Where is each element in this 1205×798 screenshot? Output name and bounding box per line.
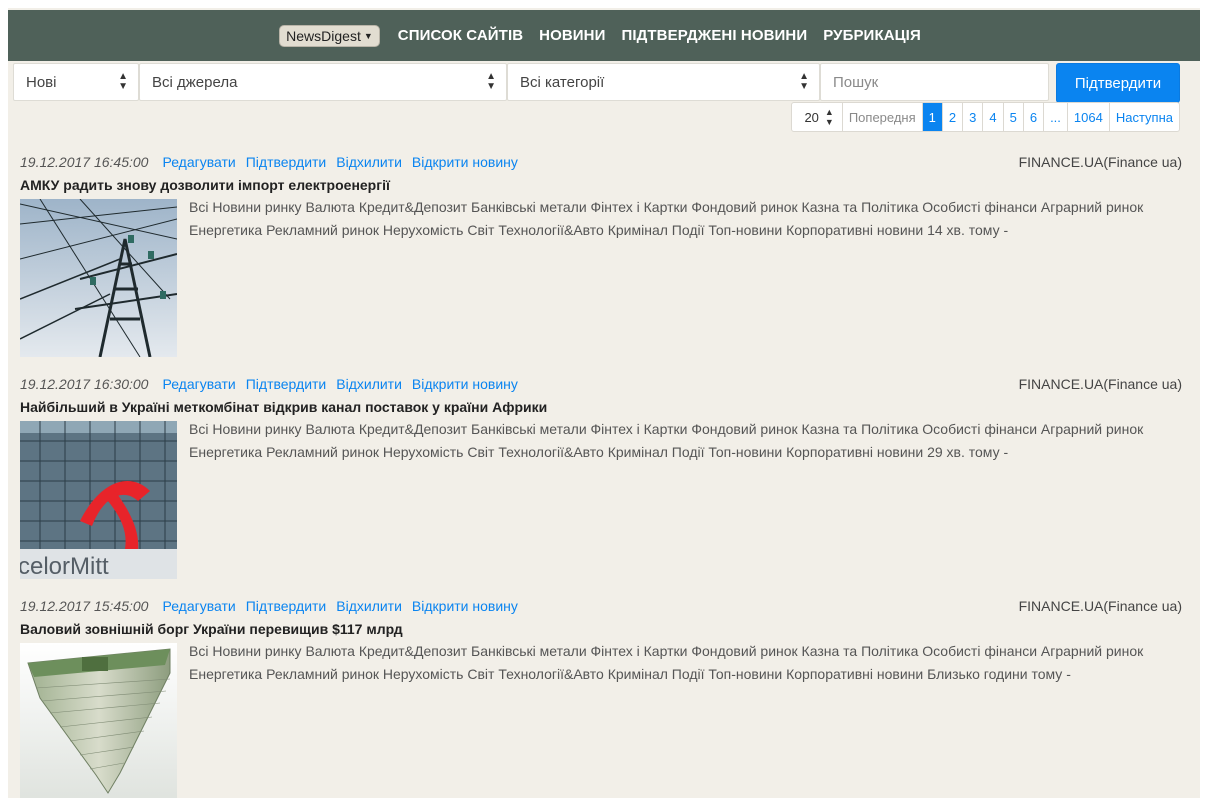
confirm-filter-button[interactable]: Підтвердити: [1056, 63, 1180, 103]
news-title: АМКУ радить знову дозволити імпорт елект…: [20, 177, 390, 193]
news-summary: Всі Новини ринку Валюта Кредит&Депозит Б…: [189, 643, 1144, 682]
pagination-page-2[interactable]: 2: [941, 103, 962, 131]
news-meta: 19.12.2017 15:45:00 Редагувати Підтверди…: [20, 597, 1182, 615]
news-body: Всі Новини ринку Валюта Кредит&Депозит Б…: [20, 643, 1182, 798]
pagination-ellipsis[interactable]: ...: [1043, 103, 1067, 131]
confirm-link[interactable]: Підтвердити: [246, 154, 327, 170]
edit-link[interactable]: Редагувати: [162, 154, 235, 170]
reject-link[interactable]: Відхилити: [336, 154, 402, 170]
news-summary: Всі Новини ринку Валюта Кредит&Депозит Б…: [189, 421, 1144, 460]
category-select[interactable]: Всі категорії ▲ ▼: [507, 63, 820, 101]
pagination-page-1[interactable]: 1: [921, 103, 942, 131]
news-date: 19.12.2017 15:45:00: [20, 598, 149, 614]
news-source: FINANCE.UA(Finance ua): [1018, 598, 1182, 614]
news-source: FINANCE.UA(Finance ua): [1018, 376, 1182, 392]
power-lines-icon: [20, 199, 177, 357]
sort-arrows-icon: ▲ ▼: [824, 107, 834, 127]
pagination-page-3[interactable]: 3: [962, 103, 982, 131]
nav-news[interactable]: НОВИНИ: [539, 27, 605, 44]
per-page-value: 20: [804, 109, 819, 125]
caret-down-icon: ▼: [363, 30, 373, 41]
source-select-value: Всі джерела: [152, 73, 238, 91]
confirm-link[interactable]: Підтвердити: [246, 598, 327, 614]
per-page-select[interactable]: 20 ▲ ▼: [792, 103, 841, 131]
source-select[interactable]: Всі джерела ▲ ▼: [139, 63, 507, 101]
news-item: 19.12.2017 16:45:00 Редагувати Підтверди…: [20, 153, 1182, 357]
status-select[interactable]: Нові ▲ ▼: [13, 63, 139, 101]
news-date: 19.12.2017 16:30:00: [20, 376, 149, 392]
building-logo-icon: celorMitt: [20, 421, 177, 579]
news-title: Найбільший в Україні меткомбінат відкрив…: [20, 399, 548, 415]
nav-rubrication[interactable]: РУБРИКАЦІЯ: [823, 27, 921, 44]
page: NewsDigest ▼ СПИСОК САЙТІВ НОВИНИ ПІДТВЕ…: [8, 8, 1200, 798]
open-news-link[interactable]: Відкрити новину: [412, 154, 518, 170]
news-item: 19.12.2017 15:45:00 Редагувати Підтверди…: [20, 597, 1182, 798]
news-title: Валовий зовнішній борг України перевищив…: [20, 621, 403, 637]
news-date: 19.12.2017 16:45:00: [20, 154, 149, 170]
status-select-value: Нові: [26, 73, 57, 91]
open-news-link[interactable]: Відкрити новину: [412, 598, 518, 614]
sort-arrows-icon: ▲ ▼: [118, 71, 128, 92]
filters-bar: Нові ▲ ▼ Всі джерела ▲ ▼ Всі категорії ▲ ▼ …: [13, 63, 1185, 103]
pagination-page-last[interactable]: 1064: [1066, 103, 1109, 131]
top-navbar: NewsDigest ▼ СПИСОК САЙТІВ НОВИНИ ПІДТВЕ…: [8, 10, 1200, 61]
brand-label: NewsDigest: [286, 27, 361, 44]
nav-sites-list[interactable]: СПИСОК САЙТІВ: [398, 27, 523, 44]
news-item: 19.12.2017 16:30:00 Редагувати Підтверди…: [20, 375, 1182, 579]
pagination: 20 ▲ ▼ Попередня 1 2 3 4 5 6 ... 1064 Нас…: [791, 102, 1180, 132]
reject-link[interactable]: Відхилити: [336, 598, 402, 614]
confirm-link[interactable]: Підтвердити: [246, 376, 327, 392]
pagination-prev[interactable]: Попередня: [841, 103, 922, 131]
news-body: Всі Новини ринку Валюта Кредит&Депозит Б…: [20, 199, 1182, 357]
money-stack-icon: [20, 643, 177, 798]
nav-confirmed-news[interactable]: ПІДТВЕРДЖЕНІ НОВИНИ: [621, 27, 807, 44]
sort-arrows-icon: ▲ ▼: [486, 71, 496, 92]
category-select-value: Всі категорії: [520, 73, 605, 91]
open-news-link[interactable]: Відкрити новину: [412, 376, 518, 392]
pagination-page-4[interactable]: 4: [982, 103, 1002, 131]
news-summary: Всі Новини ринку Валюта Кредит&Депозит Б…: [189, 199, 1144, 238]
edit-link[interactable]: Редагувати: [162, 598, 235, 614]
news-source: FINANCE.UA(Finance ua): [1018, 154, 1182, 170]
pagination-page-6[interactable]: 6: [1022, 103, 1043, 131]
pagination-next[interactable]: Наступна: [1108, 103, 1179, 131]
svg-text:celorMitt: celorMitt: [20, 553, 109, 579]
news-meta: 19.12.2017 16:30:00 Редагувати Підтверди…: [20, 375, 1182, 393]
news-meta: 19.12.2017 16:45:00 Редагувати Підтверди…: [20, 153, 1182, 171]
edit-link[interactable]: Редагувати: [162, 376, 235, 392]
sort-arrows-icon: ▲ ▼: [799, 71, 809, 92]
reject-link[interactable]: Відхилити: [336, 376, 402, 392]
pagination-page-5[interactable]: 5: [1002, 103, 1023, 131]
brand-dropdown[interactable]: NewsDigest ▼: [279, 24, 380, 47]
search-input[interactable]: [820, 63, 1049, 101]
news-body: celorMitt Всі Новини ринку Валюта Кредит…: [20, 421, 1182, 579]
